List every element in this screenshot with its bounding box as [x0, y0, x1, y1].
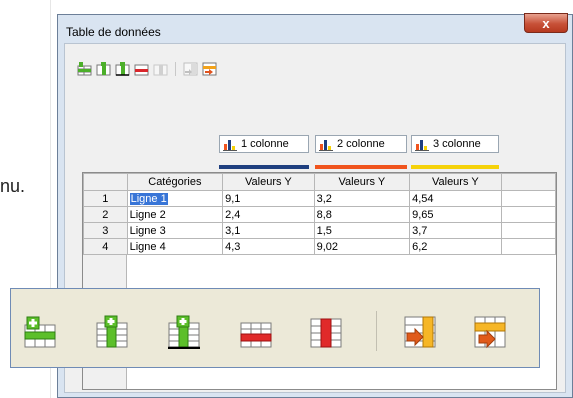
table-cell[interactable]: Ligne 2 [126, 206, 224, 223]
move-column-right-icon[interactable] [202, 62, 217, 76]
delete-row-icon[interactable] [239, 315, 273, 349]
table-cell[interactable]: 4,54 [409, 190, 502, 207]
table-cell[interactable]: 2,4 [222, 206, 315, 223]
close-button[interactable]: x [524, 13, 568, 33]
insert-text-column-icon[interactable] [167, 315, 201, 350]
table-cell[interactable]: Ligne 3 [126, 222, 224, 239]
corner-cell [83, 173, 128, 191]
empty-header-cell [500, 173, 556, 191]
insert-column-icon[interactable] [95, 315, 129, 349]
table-row: 2 Ligne 2 2,4 8,8 9,65 [83, 206, 556, 223]
data-table: Catégories Valeurs Y Valeurs Y Valeurs Y… [83, 173, 556, 255]
row-number: 3 [83, 222, 128, 239]
table-cell[interactable]: 6,2 [409, 238, 502, 255]
delete-column-icon[interactable] [309, 315, 343, 349]
delete-row-icon[interactable] [134, 62, 149, 76]
series-3-color-bar [411, 165, 499, 169]
column-header-values-3[interactable]: Valeurs Y [409, 173, 502, 191]
table-cell[interactable]: 3,2 [313, 190, 411, 207]
table-header-row: Catégories Valeurs Y Valeurs Y Valeurs Y [83, 173, 556, 191]
table-row: 1 Ligne 1 9,1 3,2 4,54 [83, 190, 556, 207]
table-cell[interactable]: 3,1 [222, 222, 315, 239]
toolbar-separator [175, 62, 176, 76]
chart-bars-icon [223, 138, 237, 151]
table-cell-selected[interactable]: Ligne 1 [126, 190, 224, 207]
row-number: 2 [83, 206, 128, 223]
move-row-down-icon[interactable] [183, 62, 198, 76]
series-2-header[interactable]: 2 colonne [315, 135, 407, 153]
empty-cell [500, 222, 556, 239]
selected-cell-text: Ligne 1 [129, 192, 168, 205]
series-3-label: 3 colonne [433, 138, 481, 150]
table-cell[interactable]: 9,65 [409, 206, 502, 223]
insert-text-column-icon[interactable] [115, 62, 130, 76]
insert-row-icon[interactable] [23, 315, 57, 349]
insert-row-icon[interactable] [77, 62, 92, 76]
delete-column-icon[interactable] [153, 62, 168, 76]
toolbar-separator [376, 311, 377, 351]
enlarged-toolbar [10, 288, 540, 368]
table-cell[interactable]: 8,8 [313, 206, 411, 223]
dialog-title: Table de données [66, 25, 161, 39]
column-header-values-2[interactable]: Valeurs Y [313, 173, 411, 191]
series-3-header[interactable]: 3 colonne [411, 135, 499, 153]
insert-column-icon[interactable] [96, 62, 111, 76]
table-cell[interactable]: Ligne 4 [126, 238, 224, 255]
table-cell[interactable]: 4,3 [222, 238, 315, 255]
series-1-header[interactable]: 1 colonne [219, 135, 309, 153]
table-cell[interactable]: 3,7 [409, 222, 502, 239]
series-2-label: 2 colonne [337, 138, 385, 150]
background-text: nu. [0, 176, 26, 196]
chart-bars-icon [415, 138, 429, 151]
empty-cell [500, 238, 556, 255]
empty-cell [500, 206, 556, 223]
table-cell[interactable]: 9,02 [313, 238, 411, 255]
row-number: 4 [83, 238, 128, 255]
column-header-categories[interactable]: Catégories [126, 173, 224, 191]
series-1-color-bar [219, 165, 309, 169]
table-cell[interactable]: 9,1 [222, 190, 315, 207]
table-row: 4 Ligne 4 4,3 9,02 6,2 [83, 238, 556, 255]
series-2-color-bar [315, 165, 407, 169]
table-row: 3 Ligne 3 3,1 1,5 3,7 [83, 222, 556, 239]
chart-bars-icon [319, 138, 333, 151]
small-toolbar [77, 62, 217, 76]
series-1-label: 1 colonne [241, 138, 289, 150]
move-row-down-icon[interactable] [403, 315, 437, 349]
row-number: 1 [83, 190, 128, 207]
move-column-right-icon[interactable] [473, 315, 507, 349]
table-cell[interactable]: 1,5 [313, 222, 411, 239]
column-header-values-1[interactable]: Valeurs Y [222, 173, 315, 191]
empty-cell [500, 190, 556, 207]
